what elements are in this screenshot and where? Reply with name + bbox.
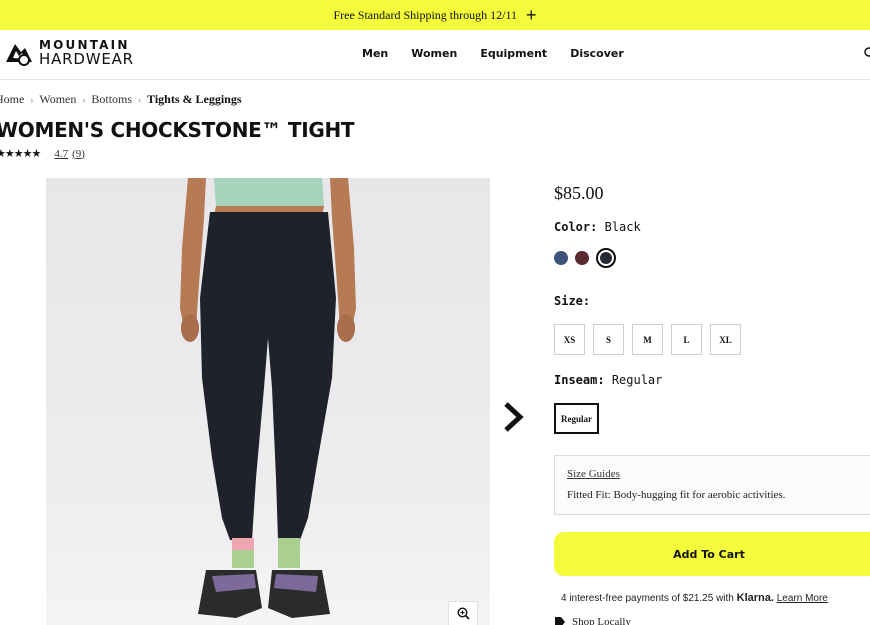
size-label: Size: [554, 294, 591, 308]
site-header: MOUNTAIN HARDWEAR Men Women Equipment Di… [0, 30, 870, 80]
breadcrumb: Home › Women › Bottoms › Tights & Leggin… [0, 92, 242, 107]
zoom-in-icon [456, 607, 470, 620]
color-label: Color: [554, 220, 598, 234]
main-nav: Men Women Equipment Discover [362, 47, 624, 60]
search-icon[interactable] [864, 47, 870, 59]
product-title: WOMEN'S CHOCKSTONE™ TIGHT [0, 118, 355, 142]
product-image[interactable] [46, 178, 490, 625]
size-options: XS S M L XL [554, 324, 741, 355]
size-xs[interactable]: XS [554, 324, 585, 355]
chevron-right-icon: › [138, 94, 142, 105]
rating-stars-icon: ★★★★★ [0, 148, 41, 160]
color-label-row: Color: Black [554, 220, 641, 234]
nav-item-equipment[interactable]: Equipment [480, 47, 547, 60]
shop-locally-label[interactable]: Shop Locally [572, 616, 631, 625]
add-to-cart-button[interactable]: Add To Cart [554, 532, 870, 576]
fit-description: Fitted Fit: Body-hugging fit for aerobic… [567, 489, 786, 501]
size-guide-panel: Size Guides Fitted Fit: Body-hugging fit… [554, 455, 870, 515]
review-count[interactable]: (9) [72, 148, 85, 160]
swatch-blue[interactable] [554, 251, 568, 265]
breadcrumb-women[interactable]: Women [39, 92, 76, 107]
chevron-right-icon: › [30, 94, 34, 105]
logo-line-2: HARDWEAR [39, 50, 134, 68]
shop-locally-link[interactable]: Shop Locally [554, 616, 631, 625]
chevron-right-icon[interactable] [502, 400, 526, 434]
inseam-label: Inseam: [554, 373, 605, 387]
klarna-note: 4 interest-free payments of $21.25 with … [561, 592, 828, 604]
product-price: $85.00 [554, 183, 604, 203]
size-xl[interactable]: XL [710, 324, 741, 355]
zoom-button[interactable] [448, 601, 478, 625]
rating-score[interactable]: 4.7 [54, 148, 68, 160]
product-photo [180, 178, 356, 618]
color-value: Black [604, 220, 641, 234]
logo[interactable]: MOUNTAIN HARDWEAR [4, 39, 134, 67]
size-s[interactable]: S [593, 324, 624, 355]
klarna-brand: Klarna. [736, 592, 774, 604]
size-l[interactable]: L [671, 324, 702, 355]
swatch-black[interactable] [596, 248, 616, 268]
tag-icon [555, 617, 565, 625]
product-rating[interactable]: ★★★★★ 4.7 (9) [0, 147, 85, 161]
nav-item-women[interactable]: Women [411, 47, 457, 60]
size-guides-link[interactable]: Size Guides [567, 468, 620, 480]
size-label-row: Size: [554, 294, 590, 308]
breadcrumb-current: Tights & Leggings [147, 92, 242, 106]
mountain-logo-icon [6, 44, 32, 66]
klarna-learn-more-link[interactable]: Learn More [777, 593, 828, 604]
klarna-text: 4 interest-free payments of $21.25 with [561, 593, 734, 604]
color-swatches [554, 248, 616, 268]
inseam-value: Regular [611, 373, 663, 387]
breadcrumb-home[interactable]: Home [0, 92, 24, 107]
size-m[interactable]: M [632, 324, 663, 355]
inseam-regular-option[interactable]: Regular [554, 403, 599, 434]
chevron-right-icon: › [82, 94, 86, 105]
plus-icon[interactable]: + [526, 6, 537, 24]
promo-text: Free Standard Shipping through 12/11 [333, 7, 518, 22]
inseam-label-row: Inseam: Regular [554, 373, 662, 387]
swatch-maroon[interactable] [575, 251, 589, 265]
nav-item-men[interactable]: Men [362, 47, 388, 60]
nav-item-discover[interactable]: Discover [570, 47, 624, 60]
promo-banner: Free Standard Shipping through 12/11 + [0, 0, 870, 30]
breadcrumb-bottoms[interactable]: Bottoms [91, 92, 132, 107]
